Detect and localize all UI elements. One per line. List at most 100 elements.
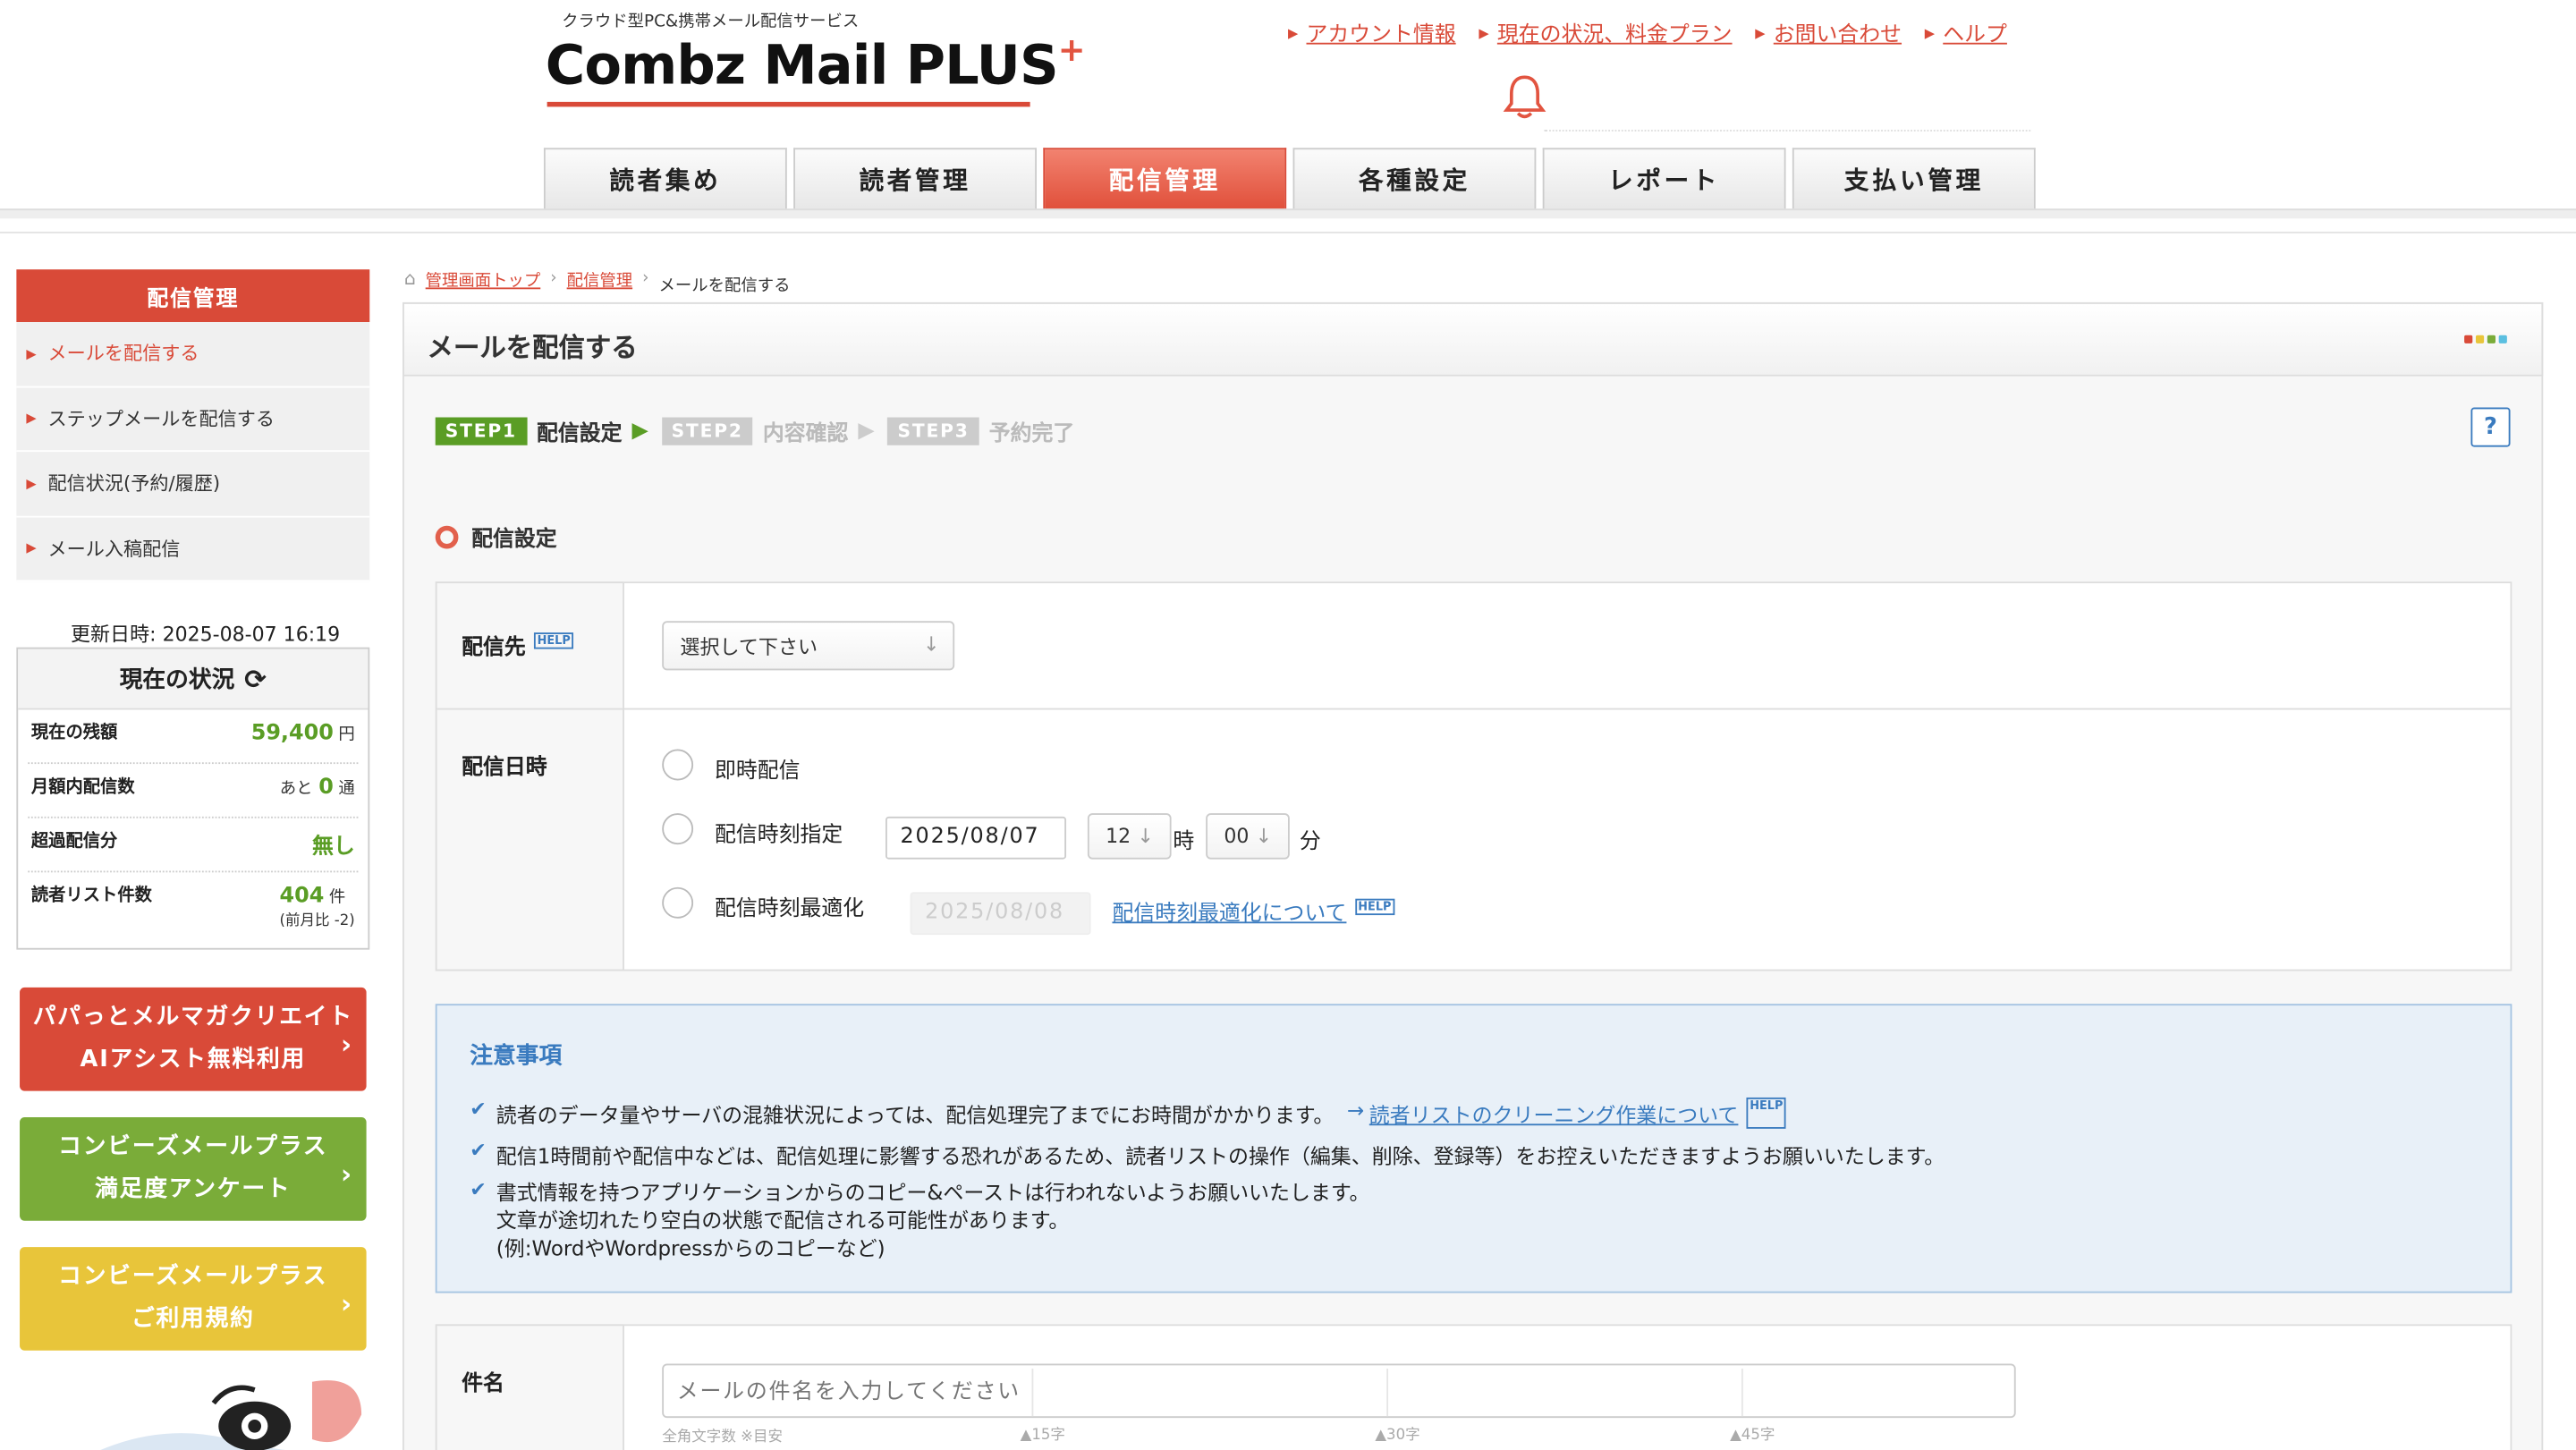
breadcrumb-top[interactable]: 管理画面トップ — [426, 266, 541, 290]
immediate-label: 即時配信 — [714, 759, 801, 784]
counter-tick — [1031, 1369, 1034, 1417]
check-icon: ✔ — [470, 1097, 487, 1121]
status-title: 現在の状況 ⟳ — [18, 649, 369, 710]
section-title: 配信設定 — [435, 521, 557, 552]
logo-underline — [547, 101, 1030, 107]
notice-item-3: ✔ 書式情報を持つアプリケーションからのコピー&ペーストは行われないようお願いい… — [470, 1177, 1370, 1260]
help-icon[interactable]: HELP — [1354, 898, 1395, 916]
subject-input[interactable] — [662, 1363, 2016, 1419]
radio-optimize[interactable] — [662, 886, 694, 919]
nav-band — [0, 208, 2576, 219]
notice-title: 注意事項 — [470, 1043, 563, 1070]
triangle-up-icon: ▲ — [1375, 1428, 1387, 1445]
step3-badge: STEP3 — [887, 417, 979, 445]
banner-ai-assist[interactable]: パパっとメルマガクリエイト AIアシスト無料利用 › — [20, 987, 367, 1091]
breadcrumb-separator: › — [550, 268, 557, 287]
triangle-up-icon: ▲ — [1020, 1428, 1032, 1445]
panel-dots — [2464, 335, 2507, 343]
mascot-illustration — [100, 1380, 362, 1450]
triangle-icon: ▶ — [1479, 26, 1489, 41]
chevron-right-icon: › — [340, 1157, 353, 1189]
logo[interactable]: Combz Mail PLUS+ — [545, 30, 1086, 98]
datetime-label: 配信日時 — [462, 755, 547, 781]
notice-item-1: ✔ 読者のデータ量やサーバの混雑状況によっては、配信処理完了までにお時間がかかり… — [470, 1097, 1787, 1129]
optimize-help-link[interactable]: 配信時刻最適化について — [1112, 902, 1346, 927]
step1-badge: STEP1 — [435, 417, 527, 445]
monthly-value: 0 — [318, 775, 334, 801]
link-account[interactable]: ▶ アカウント情報 — [1288, 16, 1456, 48]
sidebar-item-send-mail[interactable]: ▶ メールを配信する — [16, 322, 370, 387]
balance-value: 59,400 — [250, 721, 334, 746]
step1-label: 配信設定 — [536, 422, 623, 447]
cleaning-link[interactable]: 読者リストのクリーニング作業について — [1369, 1098, 1739, 1129]
header-divider — [1544, 130, 2031, 131]
help-button[interactable]: ? — [2470, 407, 2511, 447]
chevron-right-icon: › — [340, 1287, 353, 1319]
tab-reader-acquisition[interactable]: 読者集め — [543, 148, 787, 211]
sidebar-item-mail-submission[interactable]: ▶ メール入稿配信 — [16, 517, 370, 582]
minute-unit: 分 — [1299, 829, 1321, 855]
overage-value: 無し — [311, 835, 355, 860]
readers-value: 404 — [279, 884, 325, 909]
hour-select[interactable]: 12 ↓ — [1087, 813, 1173, 860]
radio-scheduled[interactable] — [662, 813, 694, 845]
refresh-icon[interactable]: ⟳ — [244, 663, 267, 694]
counter-tick — [1741, 1369, 1743, 1417]
help-icon[interactable]: HELP — [1746, 1097, 1787, 1129]
counter-mark-45: ▲45字 — [1730, 1428, 1775, 1445]
sidebar-item-step-mail[interactable]: ▶ ステップメールを配信する — [16, 387, 370, 453]
minute-select[interactable]: 00 ↓ — [1206, 813, 1291, 860]
triangle-icon: ▶ — [1924, 26, 1936, 41]
optimize-date-input: 2025/08/08 — [910, 892, 1091, 936]
status-row-balance: 現在の残額 59,400 円 — [28, 709, 359, 765]
logo-text: Combz Mail PLUS — [545, 32, 1059, 98]
check-icon: ✔ — [470, 1177, 487, 1201]
check-icon: ✔ — [470, 1138, 487, 1162]
status-row-readers: 読者リスト件数 404 件 (前月比 -2) — [30, 884, 355, 930]
arrow-right-icon: ▶ — [631, 419, 648, 444]
breadcrumb-current: メールを配信する — [658, 277, 791, 296]
notice-item-2: ✔ 配信1時間前や配信中などは、配信処理に影響する恐れがあるため、読者リストの操… — [470, 1138, 1945, 1168]
updated-time: 更新日時: 2025-08-07 16:19 — [70, 623, 341, 646]
destination-select[interactable]: 選択して下さい ↓ — [662, 621, 955, 671]
tab-reports[interactable]: レポート — [1542, 148, 1786, 211]
home-icon: ⌂ — [403, 267, 416, 289]
banner-survey[interactable]: コンビーズメールプラス 満足度アンケート › — [20, 1116, 367, 1221]
arrow-right-icon: ▶ — [858, 419, 875, 444]
link-help[interactable]: ▶ ヘルプ — [1924, 16, 2007, 48]
link-plan[interactable]: ▶ 現在の状況、料金プラン — [1479, 16, 1732, 48]
tab-delivery-management[interactable]: 配信管理 — [1043, 148, 1287, 211]
page-title: メールを配信する — [427, 332, 638, 363]
scheduled-date-input[interactable]: 2025/08/07 — [886, 816, 1067, 860]
counter-mark-15: ▲15字 — [1020, 1428, 1065, 1445]
triangle-icon: ▶ — [26, 476, 37, 491]
breadcrumb: ⌂ 管理画面トップ › 配信管理 › メールを配信する — [404, 259, 791, 295]
header-links: ▶ アカウント情報 ▶ 現在の状況、料金プラン ▶ お問い合わせ ▶ ヘルプ — [1288, 16, 2007, 48]
tab-reader-management[interactable]: 読者管理 — [793, 148, 1037, 211]
help-icon[interactable]: HELP — [533, 632, 574, 649]
ring-icon — [435, 524, 459, 548]
triangle-icon: ▶ — [26, 346, 37, 361]
nav-band-line — [0, 231, 2576, 233]
bell-icon[interactable] — [1502, 72, 1547, 122]
triangle-icon: ▶ — [26, 540, 37, 556]
sidebar-title: 配信管理 — [16, 269, 370, 323]
triangle-icon: ▶ — [1288, 26, 1299, 41]
banner-terms[interactable]: コンビーズメールプラス ご利用規約 › — [20, 1247, 367, 1351]
radio-immediate[interactable] — [662, 749, 694, 781]
main-nav: 読者集め 読者管理 配信管理 各種設定 レポート 支払い管理 — [543, 148, 2036, 211]
triangle-icon: ▶ — [1755, 26, 1766, 41]
tab-settings[interactable]: 各種設定 — [1292, 148, 1537, 211]
triangle-icon: ▶ — [26, 411, 37, 427]
sidebar-item-delivery-status[interactable]: ▶ 配信状況(予約/履歴) — [16, 452, 370, 517]
chevron-right-icon: › — [340, 1027, 353, 1059]
step-indicator: STEP1 配信設定 ▶ STEP2 内容確認 ▶ STEP3 予約完了 — [435, 416, 1085, 447]
breadcrumb-separator: › — [642, 268, 649, 287]
subject-label: 件名 — [462, 1371, 504, 1397]
tab-payment[interactable]: 支払い管理 — [1792, 148, 2036, 211]
breadcrumb-delivery[interactable]: 配信管理 — [567, 266, 632, 290]
link-contact[interactable]: ▶ お問い合わせ — [1755, 16, 1902, 48]
arrow-down-icon: ↓ — [923, 632, 940, 656]
arrow-right-icon: → — [1347, 1097, 1365, 1123]
optimize-help-link-wrap: 配信時刻最適化について HELP — [1112, 895, 1395, 927]
